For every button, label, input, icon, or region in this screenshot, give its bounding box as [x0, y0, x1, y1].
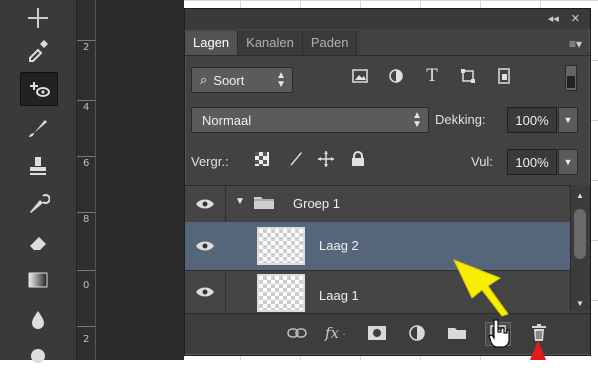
lock-all-icon[interactable] [349, 150, 367, 168]
eraser-icon[interactable] [20, 226, 56, 258]
opacity-label: Dekking: [435, 112, 486, 127]
lock-transparent-icon[interactable] [253, 150, 271, 168]
history-brush-icon[interactable] [20, 188, 56, 220]
panel-menu-icon[interactable]: ≡▾ [569, 37, 582, 51]
layers-list: ▼ Groep 1 Laag 2 Laag 1 [185, 185, 571, 312]
fx-icon[interactable]: fx. [325, 322, 349, 344]
scroll-up-icon[interactable]: ▲ [576, 191, 584, 200]
expand-triangle-icon[interactable]: ▼ [235, 196, 245, 207]
blend-mode-select[interactable]: Normaal ▲ ▼ [191, 107, 429, 133]
gradient-icon[interactable] [20, 264, 56, 296]
ruler-tick: 8 [83, 214, 90, 225]
scroll-down-icon[interactable]: ▼ [576, 299, 584, 308]
fill-input[interactable]: 100% [507, 149, 557, 175]
lock-position-icon[interactable] [317, 150, 335, 168]
filter-row: ⌕ Soort ▲ ▼ T [191, 65, 583, 95]
annotation-red-arrow-icon [530, 340, 546, 360]
document-canvas[interactable] [96, 0, 184, 360]
ruler-tick: 4 [83, 102, 90, 113]
shape-filter-icon[interactable] [459, 67, 477, 85]
layers-panel: ◂◂ ✕ Lagen Kanalen Paden ≡▾ ⌕ Soort ▲ ▼ T [184, 8, 591, 356]
layer-row-selected[interactable]: Laag 2 [185, 222, 571, 271]
opacity-input[interactable]: 100% [507, 107, 557, 133]
collapse-icon[interactable]: ◂◂ [548, 12, 559, 25]
blend-row: Normaal ▲ ▼ Dekking: 100% ▼ [191, 105, 583, 135]
folder-icon[interactable] [445, 322, 469, 344]
hand-cursor-icon [488, 319, 510, 348]
close-icon[interactable]: ✕ [571, 12, 580, 25]
eyedropper-icon[interactable] [20, 34, 56, 66]
layers-scrollbar[interactable]: ▲ ▼ [570, 185, 590, 311]
layer-row[interactable]: Laag 1 [185, 270, 571, 312]
ruler-tick: 2 [83, 334, 90, 345]
fx-label: fx [325, 324, 340, 342]
pixel-filter-icon[interactable] [351, 67, 369, 85]
ruler-tick: 6 [83, 158, 90, 169]
folder-icon [253, 194, 275, 215]
lock-pixels-icon[interactable] [285, 150, 303, 168]
link-icon[interactable] [285, 322, 309, 344]
filter-toggle[interactable] [565, 65, 577, 91]
smart-object-filter-icon[interactable] [495, 67, 513, 85]
lock-row: Vergr.: Vul: 100% ▼ [191, 147, 583, 177]
vertical-ruler: 2 4 6 8 0 2 [77, 0, 96, 360]
layer-row-group[interactable]: ▼ Groep 1 [185, 186, 571, 223]
fill-label: Vul: [471, 154, 493, 169]
stepper-icon: ▲ ▼ [412, 110, 422, 130]
adjustment-filter-icon[interactable] [387, 67, 405, 85]
layer-name: Groep 1 [293, 196, 340, 211]
tab-layers[interactable]: Lagen [185, 31, 239, 55]
blur-icon[interactable] [20, 304, 56, 336]
tab-paths[interactable]: Paden [302, 31, 358, 55]
spot-healing-icon[interactable] [20, 72, 58, 106]
layer-thumbnail [257, 274, 305, 312]
tools-panel [0, 0, 77, 363]
tab-channels[interactable]: Kanalen [238, 31, 303, 55]
layer-name: Laag 2 [319, 238, 359, 253]
stamp-icon[interactable] [20, 150, 56, 182]
stepper-icon: ▲ ▼ [276, 70, 286, 90]
layer-name: Laag 1 [319, 288, 359, 303]
move-icon[interactable] [20, 2, 56, 34]
search-icon: ⌕ [200, 72, 208, 87]
layer-thumbnail [257, 227, 305, 265]
annotation-arrow-icon [453, 259, 509, 317]
ruler-tick: 2 [83, 42, 90, 53]
lock-label: Vergr.: [191, 154, 229, 169]
filter-kind-value: Soort [213, 72, 245, 88]
fill-dropdown-button[interactable]: ▼ [558, 149, 578, 175]
mask-icon[interactable] [365, 322, 389, 344]
type-filter-icon[interactable]: T [423, 66, 441, 86]
panel-title-bar[interactable]: ◂◂ ✕ [185, 9, 590, 29]
ruler-tick: 0 [83, 280, 90, 291]
visibility-eye-icon[interactable] [193, 192, 217, 216]
visibility-eye-icon[interactable] [193, 280, 217, 304]
visibility-eye-icon[interactable] [193, 234, 217, 258]
divider [185, 55, 590, 56]
scroll-thumb[interactable] [574, 209, 586, 259]
filter-kind-select[interactable]: ⌕ Soort ▲ ▼ [191, 67, 293, 93]
panel-tabs: Lagen Kanalen Paden [185, 31, 358, 55]
blend-mode-value: Normaal [202, 112, 252, 128]
opacity-dropdown-button[interactable]: ▼ [558, 107, 578, 133]
brush-icon[interactable] [20, 112, 56, 144]
dodge-icon[interactable] [20, 340, 56, 372]
adjustment-icon[interactable] [405, 322, 429, 344]
